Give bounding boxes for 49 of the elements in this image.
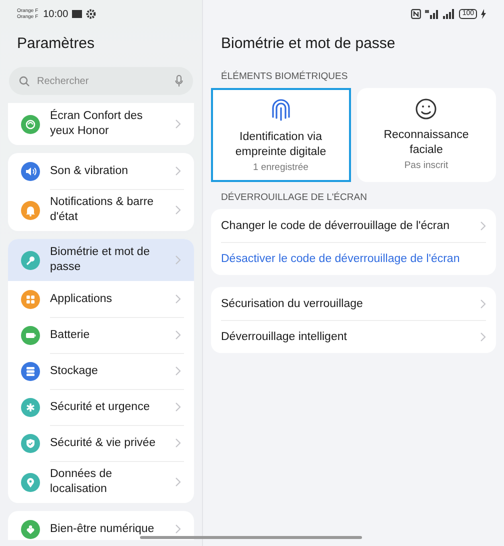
- chevron-icon: [175, 205, 181, 215]
- chevron-icon: [480, 220, 486, 230]
- sidebar-item[interactable]: Sécurité et urgence: [8, 389, 194, 425]
- chevron-icon: [175, 477, 181, 487]
- section-header: DÉVERROUILLAGE DE L'ÉCRAN: [220, 190, 368, 205]
- biometric-status: 1 enregistrée: [253, 162, 308, 173]
- clock: 10:00: [43, 8, 68, 20]
- sidebar-item[interactable]: Son & vibration: [8, 153, 194, 189]
- chevron-icon: [175, 438, 181, 448]
- chevron-icon: [480, 332, 486, 342]
- settings-link[interactable]: Désactiver le code de déverrouillage de l'écran: [211, 242, 496, 275]
- search-field[interactable]: Rechercher: [9, 67, 193, 95]
- page-title: Biométrie et mot de passe: [220, 34, 396, 54]
- biometric-card[interactable]: Reconnaissance faciale Pas inscrit: [356, 88, 496, 182]
- signal-icon: [425, 9, 440, 19]
- settings-item[interactable]: Déverrouillage intelligent: [211, 320, 496, 353]
- signal-icon: [443, 9, 456, 19]
- sidebar-item[interactable]: Biométrie et mot de passe: [8, 239, 194, 281]
- chevron-icon: [175, 255, 181, 265]
- sidebar-item[interactable]: Écran Confort des yeux Honor: [8, 103, 194, 145]
- section-header: ÉLÉMENTS BIOMÉTRIQUES: [220, 70, 349, 84]
- settings-title: Paramètres: [16, 34, 96, 54]
- sidebar-item[interactable]: Sécurité & vie privée: [8, 425, 194, 461]
- microphone-icon[interactable]: [175, 75, 183, 87]
- chevron-icon: [480, 298, 486, 308]
- chevron-icon: [175, 166, 181, 176]
- biometric-card[interactable]: Identification via empreinte digitale 1 enregistrée: [211, 88, 350, 182]
- charging-icon: [481, 9, 486, 19]
- search-input[interactable]: Rechercher: [35, 74, 170, 88]
- chevron-icon: [175, 294, 181, 304]
- chevron-icon: [175, 402, 181, 412]
- biometric-title: Identification via empreinte digitale: [234, 130, 328, 160]
- chevron-icon: [175, 330, 181, 340]
- sidebar-item[interactable]: Données de localisation: [8, 461, 194, 503]
- settings-item[interactable]: Sécurisation du verrouillage: [211, 287, 496, 320]
- settings-item[interactable]: Changer le code de déverrouillage de l'écran: [211, 209, 496, 242]
- sidebar-item[interactable]: Stockage: [8, 353, 194, 389]
- chevron-icon: [175, 119, 181, 129]
- sidebar-item[interactable]: Batterie: [8, 317, 194, 353]
- biometric-title: Reconnaissance faciale: [382, 128, 470, 158]
- settings-icon: [86, 9, 96, 19]
- chevron-icon: [175, 524, 181, 534]
- screen-icon: [72, 10, 82, 18]
- biometric-status: Pas inscrit: [404, 160, 448, 171]
- sidebar-item[interactable]: Applications: [8, 281, 194, 317]
- chevron-icon: [175, 366, 181, 376]
- nfc-icon: [411, 9, 422, 19]
- search-icon: [19, 76, 30, 86]
- sidebar-item[interactable]: Notifications & barre d'état: [8, 189, 194, 231]
